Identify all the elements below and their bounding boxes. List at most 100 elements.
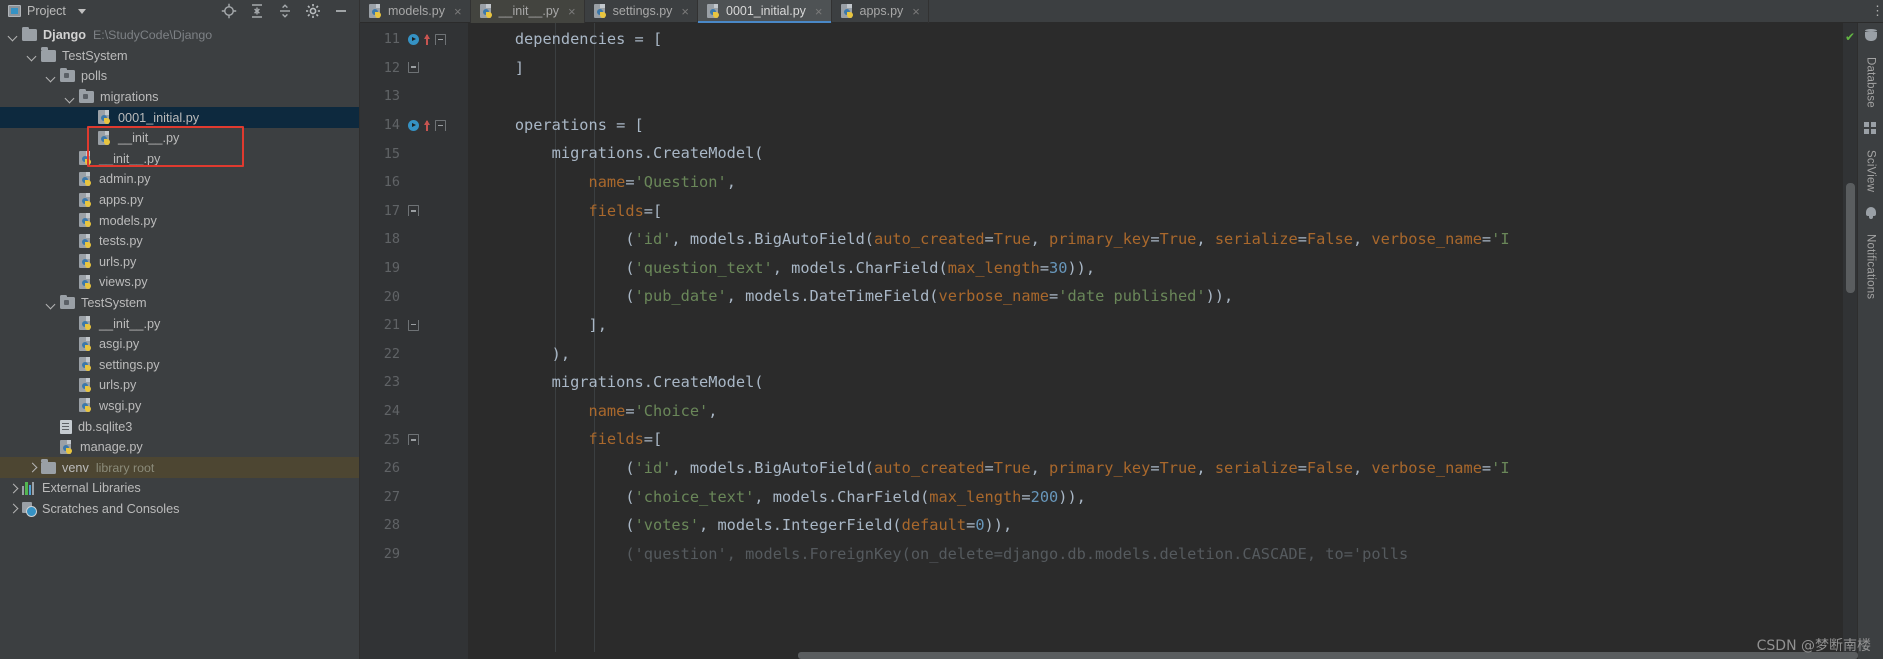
collapse-all-icon[interactable] — [277, 3, 293, 19]
gutter-line[interactable]: 29 — [360, 540, 468, 569]
gutter-line[interactable]: 11 — [360, 25, 468, 54]
tree-item-views-py[interactable]: views.py — [0, 272, 359, 293]
gutter-line[interactable]: 23 — [360, 368, 468, 397]
code-line[interactable]: dependencies = [ — [478, 25, 1843, 54]
editor-marker-strip[interactable]: ✔ — [1843, 23, 1857, 659]
gutter-line[interactable]: 26 — [360, 454, 468, 483]
tree-item-testsystem[interactable]: TestSystem — [0, 293, 359, 314]
more-vertical-icon[interactable]: ⋮ — [1871, 4, 1883, 17]
code-line[interactable]: ('id', models.BigAutoField(auto_created=… — [478, 225, 1843, 254]
up-arrow-icon[interactable] — [423, 33, 431, 46]
chevron-down-icon[interactable] — [46, 298, 57, 309]
tree-item-manage-py[interactable]: manage.py — [0, 437, 359, 458]
code-line[interactable]: migrations.CreateModel( — [478, 139, 1843, 168]
gutter-line[interactable]: 13 — [360, 82, 468, 111]
tree-item-settings-py[interactable]: settings.py — [0, 355, 359, 376]
tree-item-db-sqlite3[interactable]: db.sqlite3 — [0, 416, 359, 437]
horizontal-scrollbar-thumb[interactable] — [798, 652, 1858, 659]
tree-item-external-libraries[interactable]: External Libraries — [0, 478, 359, 499]
gear-icon[interactable] — [305, 3, 321, 19]
bell-icon[interactable] — [1864, 206, 1878, 220]
close-icon[interactable]: × — [568, 4, 576, 19]
chevron-down-icon[interactable] — [46, 71, 57, 82]
fold-open-icon[interactable] — [435, 119, 446, 131]
chevron-down-icon[interactable] — [65, 92, 76, 103]
gutter-line[interactable]: 20 — [360, 282, 468, 311]
code-area[interactable]: dependencies = [ ] operations = [ migrat… — [468, 23, 1843, 659]
database-icon[interactable] — [1864, 29, 1878, 43]
gutter-line[interactable]: 27 — [360, 483, 468, 512]
tree-item-tests-py[interactable]: tests.py — [0, 231, 359, 252]
project-panel-header[interactable]: Project — [0, 0, 360, 23]
tree-item-testsystem[interactable]: TestSystem — [0, 46, 359, 67]
gutter-line[interactable]: 18 — [360, 225, 468, 254]
minimize-icon[interactable] — [333, 3, 349, 19]
tree-item-venv[interactable]: venv library root — [0, 457, 359, 479]
editor-tab-apps-py[interactable]: apps.py × — [832, 0, 929, 23]
fold-end-icon[interactable] — [408, 62, 419, 74]
tree-item-apps-py[interactable]: apps.py — [0, 190, 359, 211]
chevron-down-icon[interactable] — [27, 50, 38, 61]
code-line[interactable]: fields=[ — [478, 197, 1843, 226]
code-line[interactable]: ('votes', models.IntegerField(default=0)… — [478, 511, 1843, 540]
tree-item-migrations[interactable]: migrations — [0, 87, 359, 108]
chevron-down-icon[interactable] — [8, 30, 19, 41]
code-line[interactable]: migrations.CreateModel( — [478, 368, 1843, 397]
gutter-line[interactable]: 16 — [360, 168, 468, 197]
close-icon[interactable]: × — [681, 4, 689, 19]
tree-item-asgi-py[interactable]: asgi.py — [0, 334, 359, 355]
code-line[interactable]: ] — [478, 54, 1843, 83]
code-line[interactable]: ('question', models.ForeignKey(on_delete… — [478, 540, 1843, 569]
tool-window-notifications[interactable]: Notifications — [1865, 234, 1877, 299]
code-line[interactable]: operations = [ — [478, 111, 1843, 140]
gutter-line[interactable]: 15 — [360, 139, 468, 168]
up-arrow-icon[interactable] — [423, 119, 431, 132]
fold-open-icon[interactable] — [435, 33, 446, 45]
chevron-right-icon[interactable] — [8, 503, 19, 514]
tree-item--init-py[interactable]: __init__.py — [0, 313, 359, 334]
fold-open-icon[interactable] — [408, 205, 419, 217]
tree-item-admin-py[interactable]: admin.py — [0, 169, 359, 190]
code-line[interactable]: ('choice_text', models.CharField(max_len… — [478, 483, 1843, 512]
gutter-line[interactable]: 12 — [360, 54, 468, 83]
close-icon[interactable]: × — [454, 4, 462, 19]
tool-window-database[interactable]: Database — [1865, 57, 1877, 108]
tree-item--init-py[interactable]: __init__.py — [0, 149, 359, 170]
run-icon[interactable] — [408, 33, 419, 45]
close-icon[interactable]: × — [815, 4, 823, 19]
tree-item--init-py[interactable]: __init__.py — [0, 128, 359, 149]
editor-tab-0001-initial-py[interactable]: 0001_initial.py × — [698, 0, 832, 23]
tree-item-polls[interactable]: polls — [0, 66, 359, 87]
locate-target-icon[interactable] — [221, 3, 237, 19]
tree-item-scratches-and-consoles[interactable]: Scratches and Consoles — [0, 499, 359, 520]
code-line[interactable]: name='Question', — [478, 168, 1843, 197]
tree-item-0001-initial-py[interactable]: 0001_initial.py — [0, 107, 359, 128]
gutter-line[interactable]: 25 — [360, 425, 468, 454]
vertical-scrollbar-thumb[interactable] — [1846, 183, 1855, 293]
code-line[interactable]: name='Choice', — [478, 397, 1843, 426]
project-tree[interactable]: Django E:\StudyCode\Django TestSystem polls… — [0, 23, 360, 659]
gutter-line[interactable]: 28 — [360, 511, 468, 540]
chevron-right-icon[interactable] — [8, 483, 19, 494]
gutter-line[interactable]: 19 — [360, 254, 468, 283]
tree-item-django[interactable]: Django E:\StudyCode\Django — [0, 25, 359, 46]
horizontal-scrollbar[interactable] — [468, 652, 1858, 659]
chevron-right-icon[interactable] — [27, 462, 38, 473]
code-line[interactable]: ('pub_date', models.DateTimeField(verbos… — [478, 282, 1843, 311]
fold-open-icon[interactable] — [408, 434, 419, 446]
tree-item-urls-py[interactable]: urls.py — [0, 375, 359, 396]
chevron-down-icon[interactable] — [77, 8, 86, 14]
tree-item-models-py[interactable]: models.py — [0, 210, 359, 231]
editor-tab-models-py[interactable]: models.py × — [360, 0, 471, 23]
expand-all-icon[interactable] — [249, 3, 265, 19]
editor-tab--init-py[interactable]: __init__.py × — [470, 0, 585, 23]
tool-window-sciview[interactable]: SciView — [1865, 150, 1877, 192]
gutter-line[interactable]: 21 — [360, 311, 468, 340]
close-icon[interactable]: × — [912, 4, 920, 19]
tree-item-urls-py[interactable]: urls.py — [0, 252, 359, 273]
code-line[interactable]: ), — [478, 340, 1843, 369]
editor-gutter[interactable]: 11 12 13 14 15 16 17 18 19 20 21 22 23 24 25 26 27 28 29 — [360, 23, 468, 659]
fold-end-icon[interactable] — [408, 319, 419, 331]
tree-item-wsgi-py[interactable]: wsgi.py — [0, 396, 359, 417]
gutter-line[interactable]: 14 — [360, 111, 468, 140]
